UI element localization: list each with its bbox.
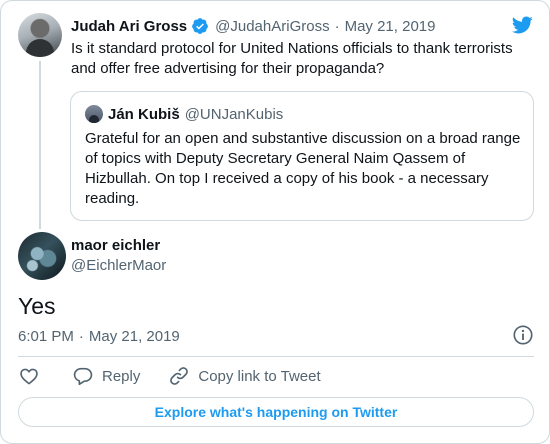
parent-tweet-date[interactable]: May 21, 2019 <box>345 18 436 35</box>
timestamp-separator: · <box>78 327 84 345</box>
verified-badge-icon <box>192 18 209 34</box>
like-button[interactable] <box>18 365 40 387</box>
copy-link-label: Copy link to Tweet <box>198 367 321 385</box>
reply-button[interactable]: Reply <box>72 365 140 387</box>
quoted-tweet[interactable]: Ján Kubiš @UNJanKubis Grateful for an op… <box>70 91 534 221</box>
quoted-tweet-text: Grateful for an open and substantive dis… <box>85 130 521 207</box>
main-author-name[interactable]: maor eichler <box>71 237 160 254</box>
quoted-author-handle: @UNJanKubis <box>184 105 284 123</box>
main-tweet-text: Yes <box>18 293 56 319</box>
link-icon <box>170 367 189 385</box>
reply-bubble-icon <box>73 367 93 386</box>
explore-label: Explore what's happening on Twitter <box>154 404 398 420</box>
header-separator: · <box>334 17 340 35</box>
tweet-date: May 21, 2019 <box>88 327 180 345</box>
parent-tweet-text: Is it standard protocol for United Natio… <box>71 40 513 77</box>
tweet-time: 6:01 PM <box>18 327 74 345</box>
main-author-avatar[interactable] <box>18 232 66 280</box>
parent-author-name[interactable]: Judah Ari Gross <box>71 18 187 35</box>
parent-author-handle[interactable]: @JudahAriGross <box>215 18 329 35</box>
parent-author-avatar[interactable] <box>18 13 62 57</box>
quoted-author-name: Ján Kubiš <box>108 105 180 123</box>
reply-label: Reply <box>102 367 141 385</box>
parent-tweet-header: Judah Ari Gross @JudahAriGross · May 21,… <box>71 15 435 37</box>
tweet-actions-bar: Reply Copy link to Tweet <box>18 365 321 387</box>
main-author-handle[interactable]: @EichlerMaor <box>71 257 166 274</box>
quoted-tweet-header: Ján Kubiš @UNJanKubis <box>108 104 283 124</box>
tweet-timestamp[interactable]: 6:01 PM · May 21, 2019 <box>18 326 180 346</box>
actions-divider <box>18 356 534 357</box>
heart-icon <box>20 368 38 385</box>
explore-twitter-button[interactable]: Explore what's happening on Twitter <box>18 397 534 427</box>
twitter-bird-icon[interactable] <box>510 14 534 36</box>
quoted-author-avatar <box>85 105 103 123</box>
copy-link-button[interactable]: Copy link to Tweet <box>168 365 321 387</box>
embedded-tweet-card: Judah Ari Gross @JudahAriGross · May 21,… <box>0 0 550 444</box>
thread-connector-line <box>39 61 41 229</box>
info-icon[interactable] <box>512 324 534 346</box>
